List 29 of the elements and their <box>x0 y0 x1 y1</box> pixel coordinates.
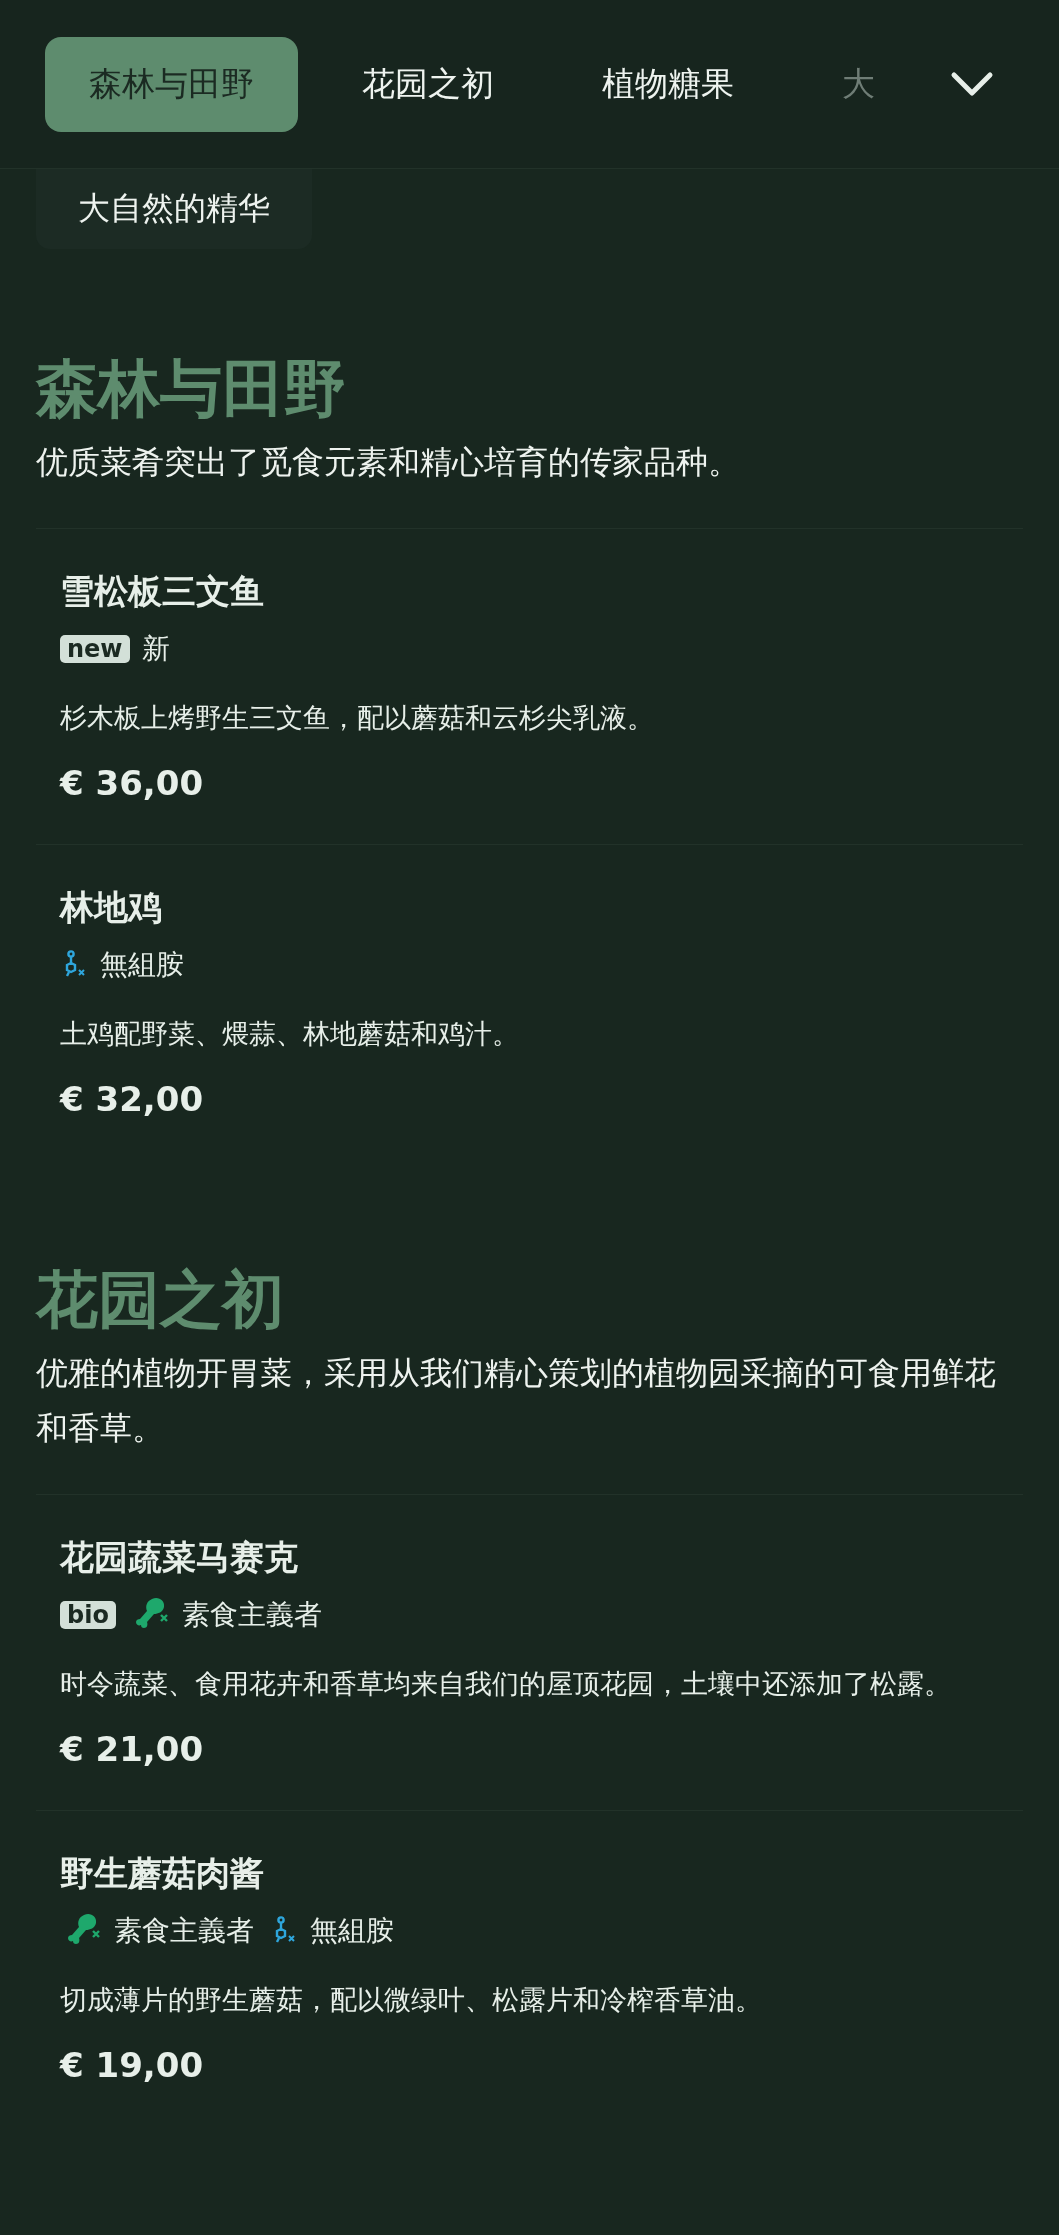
tag-label: 素食主義者 <box>181 1597 322 1633</box>
dish-price: € 32,00 <box>60 1078 204 1121</box>
category-tab[interactable]: 植物糖果 <box>558 36 778 132</box>
section-description: 优雅的植物开胃菜，采用从我们精心策划的植物园采摘的可食用鲜花和香草。 <box>36 1353 997 1449</box>
dish-name: 花园蔬菜马赛克 <box>60 1536 298 1579</box>
dish-price: € 19,00 <box>60 2044 204 2087</box>
section-title: 花园之初 <box>36 1262 285 1338</box>
section-title: 森林与田野 <box>36 351 347 427</box>
section-description: 优质菜肴突出了觅食元素和精心培育的传家品种。 <box>36 442 741 483</box>
dish-description: 时令蔬菜、食用花卉和香草均来自我们的屋顶花园，土壤中还添加了松露。 <box>60 1667 951 1701</box>
dish-name: 雪松板三文鱼 <box>60 570 264 613</box>
tag-badge: new <box>60 635 130 663</box>
tag-badge: bio <box>60 1601 116 1629</box>
tag-label: 無組胺 <box>100 947 184 983</box>
dish-name: 野生蘑菇肉酱 <box>60 1852 264 1895</box>
category-tab[interactable]: 花园之初 <box>318 36 538 132</box>
dish-price: € 21,00 <box>60 1728 204 1771</box>
category-tab[interactable]: 大自然的精华 <box>36 169 312 249</box>
tag-label: 新 <box>141 631 170 667</box>
dish-price: € 36,00 <box>60 762 204 805</box>
chevron-down-icon[interactable] <box>950 70 994 98</box>
tag-label: 素食主義者 <box>114 1913 254 1949</box>
dish-description: 土鸡配野菜、煨蒜、林地蘑菇和鸡汁。 <box>60 1017 519 1051</box>
tag-label: 無組胺 <box>310 1913 394 1949</box>
category-tab[interactable]: 森林与田野 <box>45 36 298 132</box>
category-tab[interactable]: 大 <box>798 36 875 132</box>
dish-name: 林地鸡 <box>60 886 162 929</box>
dish-description: 杉木板上烤野生三文鱼，配以蘑菇和云杉尖乳液。 <box>60 701 654 735</box>
dish-description: 切成薄片的野生蘑菇，配以微绿叶、松露片和冷榨香草油。 <box>60 1983 762 2017</box>
